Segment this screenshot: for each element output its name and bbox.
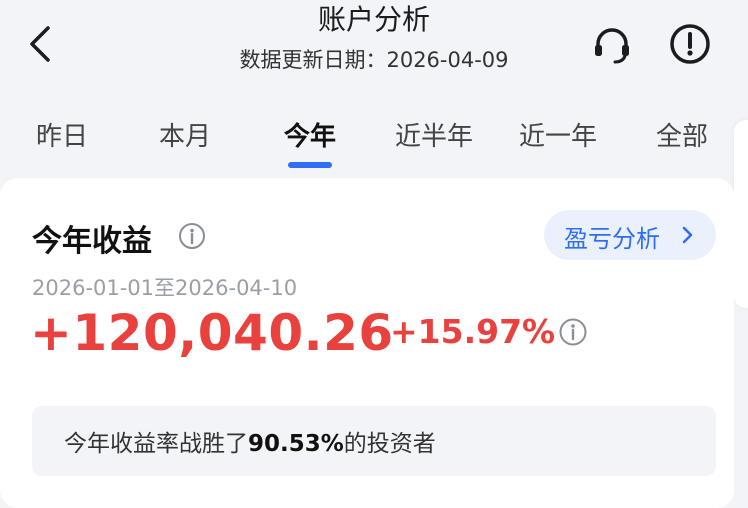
card-title: 今年收益 [32,224,152,259]
earnings-card: 今年收益 盈亏分析 2026-01-01至2026-04-10 +120,040… [0,178,734,508]
beat-value: 90.53% [248,431,344,457]
info-icon [179,223,205,249]
beat-suffix: 的投资者 [343,431,436,457]
tab-half-year[interactable]: 近半年 [395,116,473,153]
app-header: 账户分析 数据更新日期：2026-04-09 [0,0,748,92]
profit-analysis-button[interactable]: 盈亏分析 [544,210,716,260]
tab-yesterday[interactable]: 昨日 [36,116,88,153]
date-range: 2026-01-01至2026-04-10 [32,276,298,300]
profit-analysis-label: 盈亏分析 [564,225,660,253]
chevron-right-icon [682,226,693,244]
headset-icon [595,28,629,64]
tab-all[interactable]: 全部 [656,116,708,153]
page-title: 账户分析 [317,3,430,36]
update-date: 数据更新日期：2026-04-09 [239,48,509,72]
customer-service-button[interactable] [590,22,634,66]
earnings-percent: +15.97% [390,312,556,351]
tab-this-year[interactable]: 今年 [284,116,336,153]
notice-button[interactable] [668,22,712,66]
exclamation-circle-icon [670,24,710,64]
earnings-amount: +120,040.26 [30,304,394,362]
info-icon [559,318,587,346]
active-tab-indicator [288,162,332,168]
beat-investors-banner: 今年收益率战胜了90.53%的投资者 [32,406,716,476]
tab-one-year[interactable]: 近一年 [519,116,597,153]
period-tabs: 昨日 本月 今年 近半年 近一年 全部 [0,108,748,168]
beat-investors-text: 今年收益率战胜了90.53%的投资者 [64,424,436,458]
next-card-edge [734,120,748,308]
tab-this-month[interactable]: 本月 [159,116,211,153]
percent-info-button[interactable] [558,317,588,347]
title-info-button[interactable] [178,222,206,250]
beat-prefix: 今年收益率战胜了 [64,431,248,457]
